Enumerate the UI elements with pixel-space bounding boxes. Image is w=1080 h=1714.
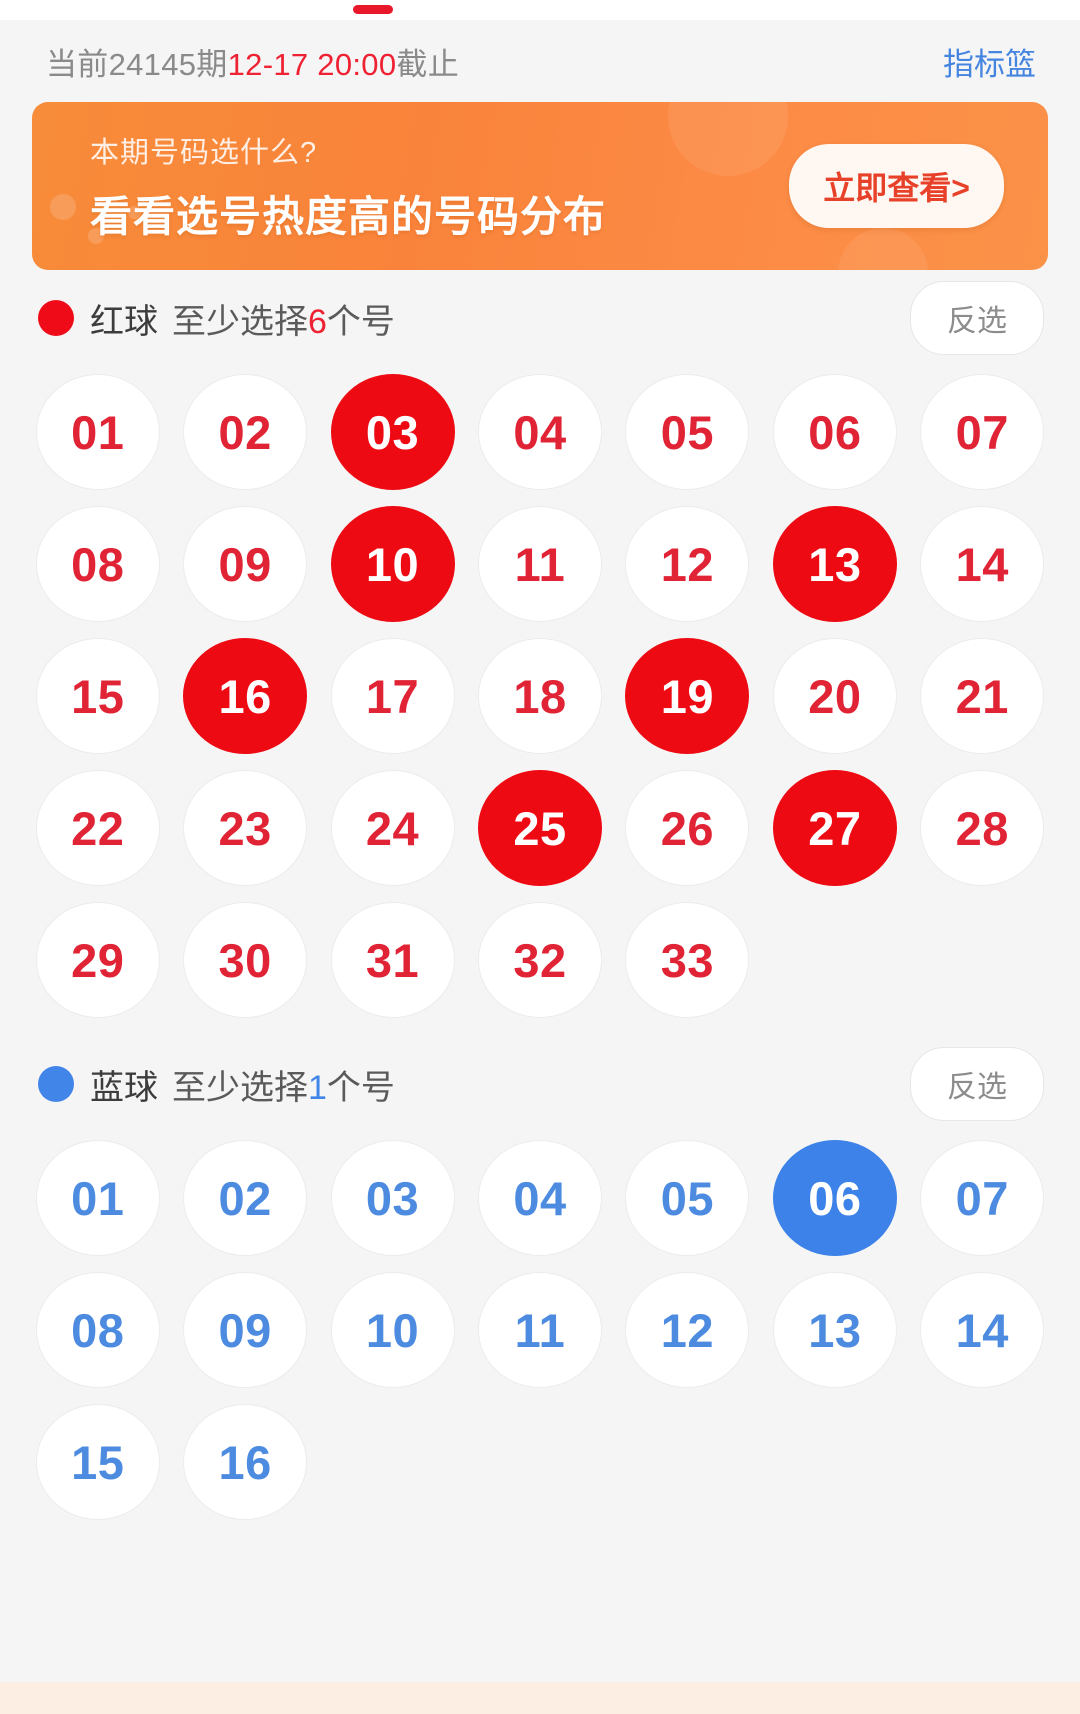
issue-number: 当前24145期 [46,46,228,82]
red-ball-22[interactable]: 22 [35,770,160,886]
red-ball-12[interactable]: 12 [625,506,750,622]
blue-ball-12[interactable]: 12 [625,1272,750,1388]
red-ball-25[interactable]: 25 [477,770,602,886]
blue-ball-14[interactable]: 14 [920,1272,1045,1388]
red-ball-19[interactable]: 19 [625,638,750,754]
promo-cta-button[interactable]: 立即查看> [789,144,1004,228]
red-ball-26[interactable]: 26 [625,770,750,886]
blue-ball-07[interactable]: 07 [920,1140,1045,1256]
red-ball-09[interactable]: 09 [183,506,308,622]
blue-section-rule: 至少选择1个号 [172,1060,395,1109]
blue-rule-count: 1 [308,1068,327,1107]
red-rule-suffix: 个号 [326,302,395,341]
blue-ball-16[interactable]: 16 [183,1404,308,1520]
decorative-bubble-icon [668,102,788,176]
blue-ball-13[interactable]: 13 [772,1272,897,1388]
blue-section-header: 蓝球 至少选择1个号 反选 [0,1036,1080,1132]
red-ball-14[interactable]: 14 [920,506,1045,622]
blue-ball-grid: 01 02 03 04 05 06 07 08 09 10 11 12 13 14 15 16 [0,1132,1080,1520]
blue-invert-selection-button[interactable]: 反选 [910,1047,1044,1121]
deadline-time: 12-17 20:00 [227,46,397,82]
red-ball-04[interactable]: 04 [477,374,602,490]
active-tab-indicator [353,5,393,14]
issue-info: 当前24145期12-17 20:00截止 [46,39,459,84]
blue-ball-05[interactable]: 05 [625,1140,750,1256]
red-ball-06[interactable]: 06 [772,374,897,490]
red-ball-29[interactable]: 29 [35,902,160,1018]
issue-header: 当前24145期12-17 20:00截止 指标篮 [0,20,1080,102]
red-rule-prefix: 至少选择 [172,302,308,341]
red-ball-23[interactable]: 23 [183,770,308,886]
promo-banner-wrap: 本期号码选什么? 看看选号热度高的号码分布 立即查看> [0,102,1080,270]
blue-ball-02[interactable]: 02 [183,1140,308,1256]
red-section-title-group: 红球 至少选择6个号 [38,294,395,343]
red-ball-24[interactable]: 24 [330,770,455,886]
bottom-strip [0,1682,1080,1714]
blue-ball-04[interactable]: 04 [477,1140,602,1256]
promo-title: 看看选号热度高的号码分布 [90,192,607,240]
blue-rule-suffix: 个号 [326,1068,395,1107]
red-ball-16[interactable]: 16 [183,638,308,754]
red-ball-15[interactable]: 15 [35,638,160,754]
blue-ball-11[interactable]: 11 [477,1272,602,1388]
decorative-bubble-icon [50,194,76,220]
red-section-header: 红球 至少选择6个号 反选 [0,270,1080,366]
red-ball-03[interactable]: 03 [330,374,455,490]
deadline-suffix: 截止 [396,46,459,82]
blue-ball-dot-icon [38,1066,74,1102]
blue-section-title-group: 蓝球 至少选择1个号 [38,1060,395,1109]
red-ball-08[interactable]: 08 [35,506,160,622]
red-invert-selection-button[interactable]: 反选 [910,281,1044,355]
red-ball-10[interactable]: 10 [330,506,455,622]
red-ball-33[interactable]: 33 [625,902,750,1018]
blue-section-label: 蓝球 [90,1068,158,1107]
blue-ball-06[interactable]: 06 [772,1140,897,1256]
red-ball-32[interactable]: 32 [477,902,602,1018]
red-ball-18[interactable]: 18 [477,638,602,754]
red-ball-02[interactable]: 02 [183,374,308,490]
promo-banner-text: 本期号码选什么? 看看选号热度高的号码分布 [90,129,606,244]
blue-ball-08[interactable]: 08 [35,1272,160,1388]
red-ball-31[interactable]: 31 [330,902,455,1018]
red-ball-grid: 01 02 03 04 05 06 07 08 09 10 11 12 13 14 15 16 17 18 19 20… [0,366,1080,1018]
tab-indicator-bar [0,0,1080,20]
red-ball-05[interactable]: 05 [625,374,750,490]
promo-banner[interactable]: 本期号码选什么? 看看选号热度高的号码分布 立即查看> [32,102,1048,270]
red-ball-17[interactable]: 17 [330,638,455,754]
red-ball-11[interactable]: 11 [477,506,602,622]
red-ball-30[interactable]: 30 [183,902,308,1018]
blue-ball-10[interactable]: 10 [330,1272,455,1388]
red-ball-27[interactable]: 27 [772,770,897,886]
red-ball-dot-icon [38,300,74,336]
red-ball-07[interactable]: 07 [920,374,1045,490]
indicator-basket-link[interactable]: 指标篮 [943,39,1036,84]
blue-ball-01[interactable]: 01 [35,1140,160,1256]
red-ball-01[interactable]: 01 [35,374,160,490]
blue-ball-09[interactable]: 09 [183,1272,308,1388]
red-rule-count: 6 [308,302,327,341]
red-ball-13[interactable]: 13 [772,506,897,622]
red-section-label: 红球 [90,302,158,341]
blue-ball-15[interactable]: 15 [35,1404,160,1520]
red-ball-21[interactable]: 21 [920,638,1045,754]
red-ball-20[interactable]: 20 [772,638,897,754]
red-section-rule: 至少选择6个号 [172,294,395,343]
decorative-bubble-icon [838,228,928,270]
blue-rule-prefix: 至少选择 [172,1068,308,1107]
red-ball-28[interactable]: 28 [920,770,1045,886]
blue-ball-03[interactable]: 03 [330,1140,455,1256]
promo-subtitle: 本期号码选什么? [90,136,318,169]
